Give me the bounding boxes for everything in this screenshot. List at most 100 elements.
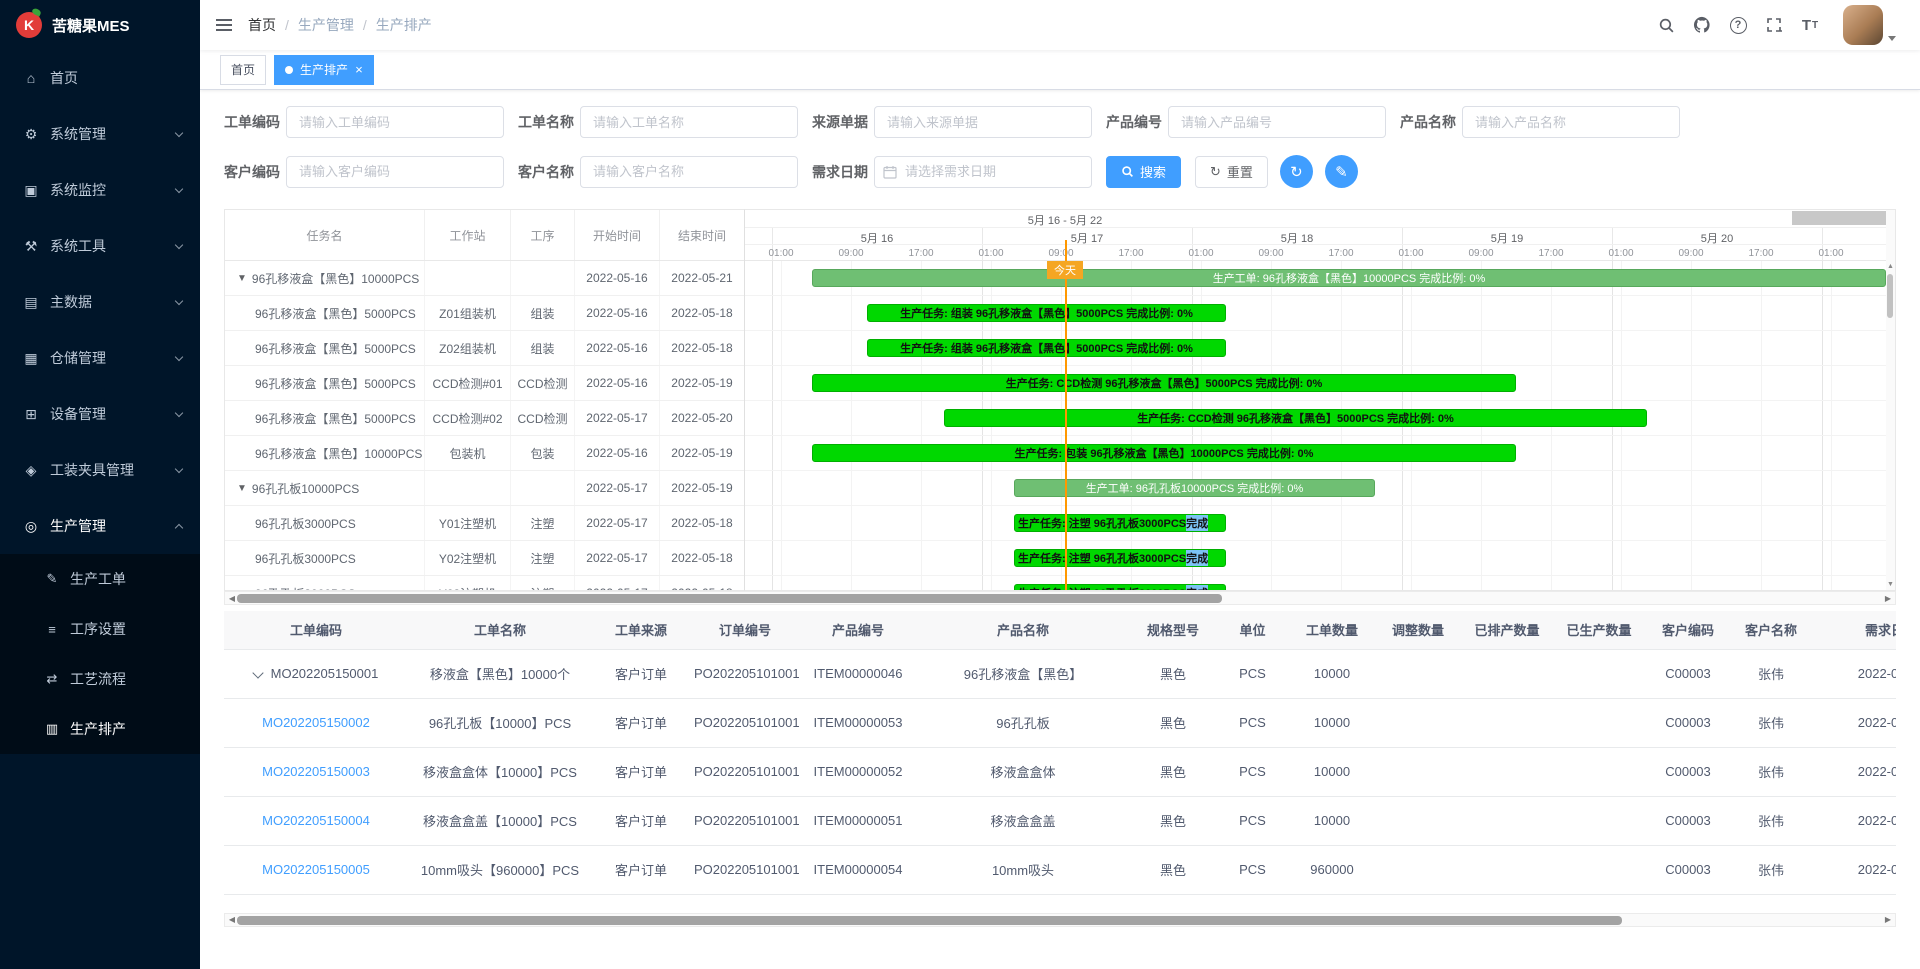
edit-schedule-button[interactable]: ✎ xyxy=(1325,155,1358,188)
gantt-horizontal-scrollbar[interactable]: ◀ ▶ xyxy=(224,591,1896,605)
view-tag[interactable]: 首页 × xyxy=(220,55,266,85)
gantt-bar[interactable]: 生产任务: CCD检测 96孔移液盒【黑色】5000PCS 完成比例: 0% xyxy=(812,374,1516,392)
column-header[interactable]: 客户编码 xyxy=(1645,611,1731,649)
filter-input[interactable] xyxy=(286,156,504,188)
search-icon[interactable] xyxy=(1651,10,1681,40)
font-size-icon[interactable]: TT xyxy=(1795,10,1825,40)
order-row[interactable]: MO202205150003 移液盒盒体【10000】PCS 客户订单 PO20… xyxy=(224,747,1896,796)
sidebar-item[interactable]: ⊞ 设备管理 xyxy=(0,386,200,442)
column-header[interactable]: 需求日期 xyxy=(1811,611,1896,649)
close-icon[interactable]: × xyxy=(355,63,363,76)
gantt-task-row[interactable]: ▼ 96孔移液盒【黑色】10000PCS 包装机 包装 2022-05-16 2… xyxy=(225,436,744,471)
order-code-link[interactable]: MO202205150004 xyxy=(262,813,370,828)
column-header[interactable]: 调整数量 xyxy=(1375,611,1461,649)
filter-input[interactable] xyxy=(580,106,798,138)
gantt-bar[interactable]: 生产任务: 包装 96孔移液盒【黑色】10000PCS 完成比例: 0% xyxy=(812,444,1516,462)
column-header[interactable]: 客户名称 xyxy=(1731,611,1811,649)
column-header[interactable]: 已生产数量 xyxy=(1553,611,1645,649)
column-header[interactable]: 产品编号 xyxy=(800,611,916,649)
gantt-bar[interactable]: 生产任务: CCD检测 96孔移液盒【黑色】5000PCS 完成比例: 0% xyxy=(944,409,1647,427)
sidebar-item[interactable]: ⌂ 首页 xyxy=(0,50,200,106)
gantt-bar[interactable]: 生产工单: 96孔孔板10000PCS 完成比例: 0% xyxy=(1014,479,1375,497)
order-code-link[interactable]: MO202205150002 xyxy=(262,715,370,730)
column-header[interactable]: 工单数量 xyxy=(1289,611,1375,649)
filter-input[interactable] xyxy=(874,106,1092,138)
order-row[interactable]: MO202205150005 10mm吸头【960000】PCS 客户订单 PO… xyxy=(224,845,1896,894)
reset-button[interactable]: ↻ 重置 xyxy=(1195,156,1268,188)
gantt-bar[interactable]: 生产任务: 注塑 96孔孔板3000PCS 完成 xyxy=(1014,514,1226,532)
timeline-scrollbar-thumb[interactable] xyxy=(1792,211,1886,225)
gantt-task-row[interactable]: ▼ 96孔孔板10000PCS 2022-05-17 2022-05-19 xyxy=(225,471,744,506)
column-header[interactable]: 单位 xyxy=(1216,611,1289,649)
refresh-button[interactable]: ↻ xyxy=(1280,155,1313,188)
scroll-right-arrow[interactable]: ▶ xyxy=(1881,592,1895,604)
gantt-bar[interactable]: 生产任务: 组装 96孔移液盒【黑色】5000PCS 完成比例: 0% xyxy=(867,339,1226,357)
gantt-bar[interactable]: 生产工单: 96孔移液盒【黑色】10000PCS 完成比例: 0% xyxy=(812,269,1886,287)
sidebar-item[interactable]: ▣ 系统监控 xyxy=(0,162,200,218)
sidebar-subitem[interactable]: ≡ 工序设置 xyxy=(0,604,200,654)
sidebar-subitem[interactable]: ▥ 生产排产 xyxy=(0,704,200,754)
filter-input[interactable] xyxy=(286,106,504,138)
gantt-task-row[interactable]: ▼ 96孔移液盒【黑色】5000PCS Z02组装机 组装 2022-05-16… xyxy=(225,331,744,366)
scrollbar-thumb[interactable] xyxy=(1887,274,1893,318)
search-button[interactable]: 搜索 xyxy=(1106,156,1181,188)
gantt-bar[interactable]: 生产任务: 注塑 96孔孔板3000PCS 完成 xyxy=(1014,584,1226,590)
sidebar-subitem[interactable]: ⇄ 工艺流程 xyxy=(0,654,200,704)
scroll-right-arrow[interactable]: ▶ xyxy=(1881,914,1895,926)
produced-qty-cell xyxy=(1553,698,1645,747)
sidebar-item[interactable]: ⚙ 系统管理 xyxy=(0,106,200,162)
column-header[interactable]: 产品名称 xyxy=(916,611,1130,649)
order-row[interactable]: MO202205150002 96孔孔板【10000】PCS 客户订单 PO20… xyxy=(224,698,1896,747)
column-header[interactable]: 规格型号 xyxy=(1130,611,1216,649)
order-code-link[interactable]: MO202205150005 xyxy=(262,862,370,877)
gantt-task-row[interactable]: ▼ 96孔移液盒【黑色】5000PCS CCD检测#01 CCD检测 2022-… xyxy=(225,366,744,401)
column-header[interactable]: 订单编号 xyxy=(690,611,800,649)
sidebar-item[interactable]: ◈ 工装夹具管理 xyxy=(0,442,200,498)
app-logo[interactable]: K 苦糖果MES xyxy=(0,0,200,50)
gantt-bar[interactable]: 生产任务: 组装 96孔移液盒【黑色】5000PCS 完成比例: 0% xyxy=(867,304,1226,322)
expand-arrow-icon[interactable]: ▼ xyxy=(237,273,247,284)
user-menu[interactable] xyxy=(1843,5,1896,45)
breadcrumb-item[interactable]: 生产管理 xyxy=(298,15,354,35)
scroll-down-arrow[interactable]: ▼ xyxy=(1886,581,1895,588)
orders-horizontal-scrollbar[interactable]: ◀ ▶ xyxy=(224,913,1896,927)
sidebar-subitem[interactable]: ✎ 生产工单 xyxy=(0,554,200,604)
gantt-task-row[interactable]: ▼ 96孔孔板3000PCS Y01注塑机 注塑 2022-05-17 2022… xyxy=(225,506,744,541)
filter-input[interactable] xyxy=(1462,106,1680,138)
sidebar-item[interactable]: ◎ 生产管理 xyxy=(0,498,200,554)
order-code-link[interactable]: MO202205150001 xyxy=(271,666,379,681)
order-row[interactable]: MO202205150001 移液盒【黑色】10000个 客户订单 PO2022… xyxy=(224,649,1896,698)
sidebar-item[interactable]: ⚒ 系统工具 xyxy=(0,218,200,274)
gantt-vertical-scrollbar[interactable]: ▲ ▼ xyxy=(1886,209,1896,591)
filter-input[interactable] xyxy=(580,156,798,188)
gantt-bar[interactable]: 生产任务: 注塑 96孔孔板3000PCS 完成 xyxy=(1014,549,1226,567)
expand-arrow-icon[interactable]: ▼ xyxy=(237,483,247,494)
hamburger-icon[interactable] xyxy=(200,19,248,31)
avatar[interactable] xyxy=(1843,5,1883,45)
column-header[interactable]: 工单来源 xyxy=(592,611,690,649)
sidebar-item[interactable]: ▦ 仓储管理 xyxy=(0,330,200,386)
gantt-task-row[interactable]: ▼ 96孔孔板3000PCS Y03注塑机 注塑 2022-05-17 2022… xyxy=(225,576,744,590)
help-icon[interactable]: ? xyxy=(1723,10,1753,40)
column-header[interactable]: 工单编码 xyxy=(224,611,408,649)
column-header[interactable]: 已排产数量 xyxy=(1461,611,1553,649)
gantt-task-row[interactable]: ▼ 96孔孔板3000PCS Y02注塑机 注塑 2022-05-17 2022… xyxy=(225,541,744,576)
breadcrumb-item[interactable]: 生产排产 xyxy=(376,15,432,35)
sidebar-item[interactable]: ▤ 主数据 xyxy=(0,274,200,330)
gantt-task-row[interactable]: ▼ 96孔移液盒【黑色】10000PCS 2022-05-16 2022-05-… xyxy=(225,261,744,296)
gantt-task-row[interactable]: ▼ 96孔移液盒【黑色】5000PCS CCD检测#02 CCD检测 2022-… xyxy=(225,401,744,436)
scrollbar-thumb[interactable] xyxy=(237,594,1222,603)
github-icon[interactable] xyxy=(1687,10,1717,40)
fullscreen-icon[interactable] xyxy=(1759,10,1789,40)
expand-chevron-icon[interactable] xyxy=(252,667,263,678)
scroll-up-arrow[interactable]: ▲ xyxy=(1886,263,1895,270)
view-tag[interactable]: 生产排产 × xyxy=(274,55,374,85)
gantt-task-row[interactable]: ▼ 96孔移液盒【黑色】5000PCS Z01组装机 组装 2022-05-16… xyxy=(225,296,744,331)
filter-input[interactable] xyxy=(874,156,1092,188)
filter-input[interactable] xyxy=(1168,106,1386,138)
breadcrumb-item[interactable]: 首页 xyxy=(248,15,276,35)
order-row[interactable]: MO202205150004 移液盒盒盖【10000】PCS 客户订单 PO20… xyxy=(224,796,1896,845)
order-code-link[interactable]: MO202205150003 xyxy=(262,764,370,779)
scrollbar-thumb[interactable] xyxy=(237,916,1622,925)
column-header[interactable]: 工单名称 xyxy=(408,611,592,649)
